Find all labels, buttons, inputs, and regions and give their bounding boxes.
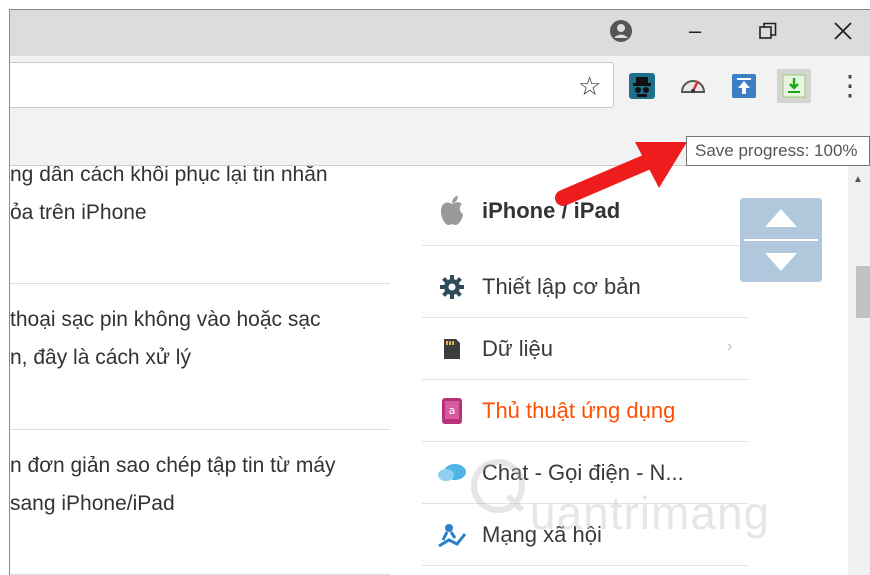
menu-item-du-lieu[interactable]: Dữ liệu › — [422, 318, 748, 380]
upload-icon — [732, 74, 756, 98]
profile-icon[interactable] — [608, 18, 634, 44]
bookmark-star-button[interactable]: ☆ — [578, 70, 601, 102]
close-button[interactable] — [818, 10, 868, 52]
speedometer-icon — [680, 80, 706, 93]
scroll-up-button[interactable] — [740, 198, 822, 238]
svg-text:a: a — [449, 404, 456, 417]
divider — [10, 429, 390, 430]
article-link[interactable]: n đơn giản sao chép tập tin từ máy sang … — [10, 447, 390, 523]
gear-icon — [422, 274, 482, 300]
browser-menu-button[interactable]: ⋮ — [836, 70, 864, 102]
article-title-line: ng dẫn cách khôi phục lại tin nhắn — [10, 166, 328, 186]
star-icon: ☆ — [578, 71, 602, 101]
page-content: ng dẫn cách khôi phục lại tin nhắn ỏa tr… — [10, 166, 870, 575]
more-vert-icon: ⋮ — [836, 70, 864, 101]
scrollbar-thumb[interactable] — [856, 266, 870, 318]
divider — [744, 239, 818, 241]
menu-item-thiet-lap[interactable]: Thiết lập cơ bản — [422, 256, 748, 318]
close-icon — [834, 22, 852, 40]
article-title-line: n, đây là cách xử lý — [10, 346, 191, 369]
scroll-down-button[interactable] — [740, 242, 822, 282]
article-title-line: thoại sạc pin không vào hoặc sạc — [10, 308, 321, 331]
article-title-line: n đơn giản sao chép tập tin từ máy — [10, 454, 336, 477]
upload-extension-button[interactable] — [727, 69, 761, 103]
social-icon — [422, 522, 482, 548]
watermark-text: uantrimang — [530, 487, 771, 539]
article-link[interactable]: thoại sạc pin không vào hoặc sạc n, đây … — [10, 301, 390, 377]
minimize-button[interactable]: – — [670, 10, 720, 52]
triangle-down-icon — [765, 253, 797, 271]
download-extension-button[interactable] — [777, 69, 811, 103]
page-scrollbar[interactable]: ▲ — [848, 166, 870, 575]
spy-extension-button[interactable] — [625, 69, 659, 103]
menu-item-label: Thủ thuật ứng dụng — [482, 397, 676, 423]
triangle-up-icon — [765, 209, 797, 227]
speedometer-extension-button[interactable] — [676, 69, 710, 103]
article-title-line: sang iPhone/iPad — [10, 492, 175, 515]
article-link[interactable]: ng dẫn cách khôi phục lại tin nhắn ỏa tr… — [10, 166, 390, 232]
minimize-icon: – — [688, 18, 702, 43]
article-title-line: ỏa trên iPhone — [10, 201, 147, 224]
tooltip: Save progress: 100% — [686, 136, 870, 166]
restore-button[interactable] — [743, 10, 793, 52]
annotation-arrow — [555, 142, 687, 206]
app-store-icon: a — [422, 397, 482, 425]
spy-icon — [629, 73, 655, 99]
restore-icon — [759, 22, 777, 39]
apple-icon — [422, 195, 482, 227]
scroll-arrows — [740, 198, 822, 282]
address-bar[interactable] — [10, 62, 614, 108]
watermark-logo — [468, 456, 528, 521]
scroll-up-arrow[interactable]: ▲ — [853, 174, 863, 185]
chevron-right-icon: › — [727, 338, 733, 355]
menu-item-label: Dữ liệu — [482, 335, 553, 361]
download-icon — [782, 74, 806, 98]
sd-card-icon — [422, 338, 482, 360]
divider — [10, 283, 390, 284]
menu-item-label: Thiết lập cơ bản — [482, 273, 641, 299]
title-bar — [10, 10, 870, 56]
menu-item-thu-thuat[interactable]: a Thủ thuật ứng dụng — [422, 380, 748, 442]
